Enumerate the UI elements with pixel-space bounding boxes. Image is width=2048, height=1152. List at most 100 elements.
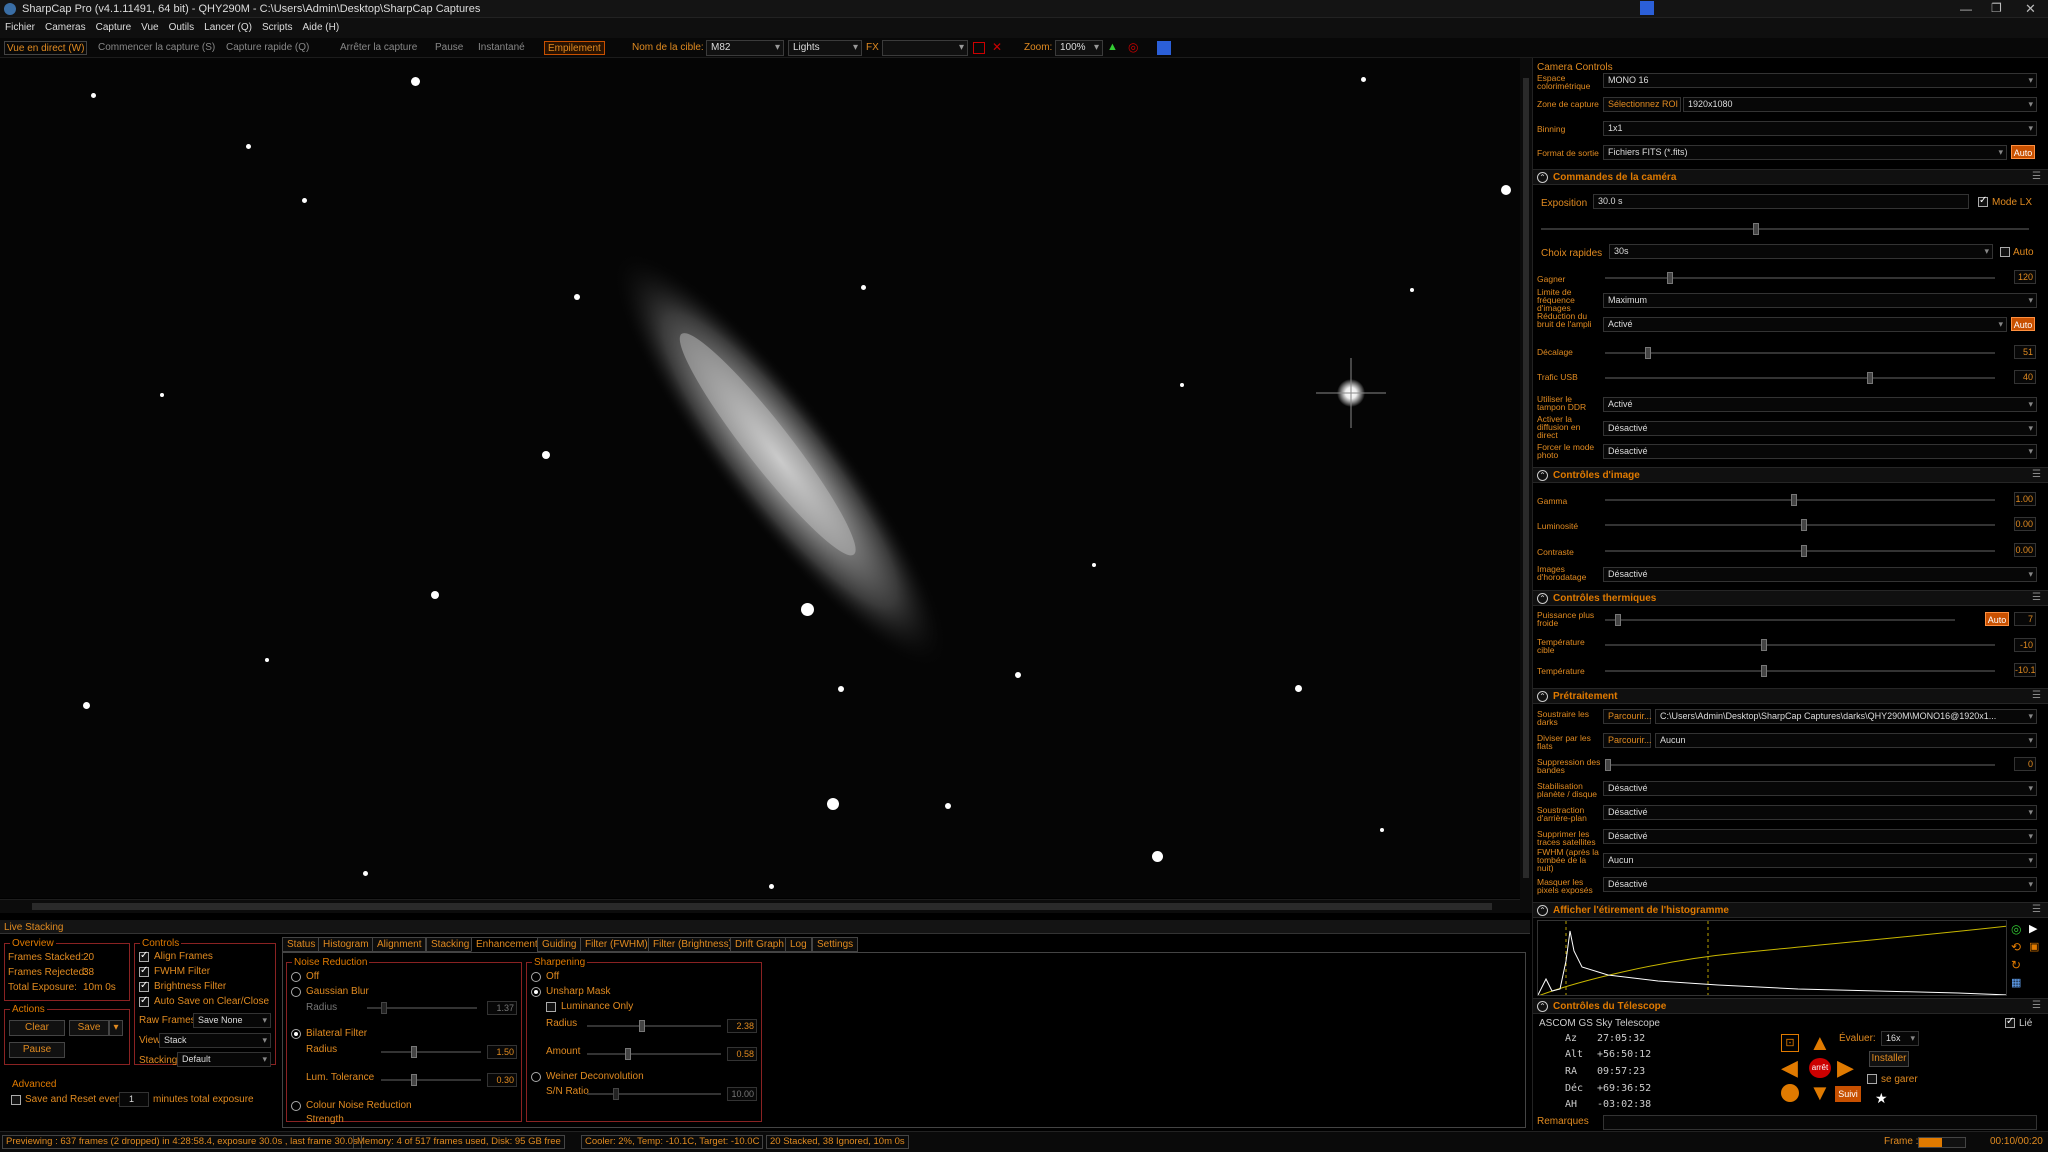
- telescope-header[interactable]: ⌃ Contrôles du Télescope ☰: [1533, 998, 2048, 1014]
- bilateral-radius-slider[interactable]: [381, 1046, 481, 1058]
- menu-icon[interactable]: ☰: [2032, 904, 2041, 915]
- minimize-button[interactable]: —: [1960, 2, 1972, 16]
- mode-lx-checkbox[interactable]: [1978, 195, 1988, 207]
- tab-log[interactable]: Log: [785, 937, 812, 952]
- banding-slider[interactable]: [1605, 759, 1995, 771]
- save-reset-minutes-input[interactable]: 1: [119, 1092, 149, 1107]
- histogram-header[interactable]: ⌃ Afficher l'étirement de l'histogramme ☰: [1533, 902, 2048, 918]
- stop-slew-button[interactable]: arrêt: [1809, 1058, 1831, 1078]
- histogram-lock-icon[interactable]: ▣: [2029, 940, 2039, 953]
- exposure-slider[interactable]: [1541, 223, 2029, 235]
- bilateral-radius-value[interactable]: 1.50: [487, 1045, 517, 1059]
- tab-enhancement[interactable]: Enhancement: [471, 937, 543, 952]
- west-arrow-icon[interactable]: ◀: [1781, 1057, 1798, 1079]
- park-checkbox[interactable]: [1867, 1074, 1877, 1084]
- amp-noise-select[interactable]: Activé: [1603, 317, 2007, 332]
- capture-area-select[interactable]: 1920x1080: [1683, 97, 2037, 112]
- output-auto-button[interactable]: Auto: [2011, 145, 2035, 159]
- live-stack-button[interactable]: Empilement: [544, 41, 605, 55]
- satellite-select[interactable]: Désactivé: [1603, 829, 2037, 844]
- collapse-icon[interactable]: ⌃: [1537, 470, 1548, 481]
- save-reset-checkbox[interactable]: [11, 1095, 21, 1105]
- menu-icon[interactable]: ☰: [2032, 171, 2041, 182]
- tools-icon[interactable]: [1157, 41, 1171, 55]
- menu-tools[interactable]: Outils: [164, 18, 200, 33]
- binning-select[interactable]: 1x1: [1603, 121, 2037, 136]
- tab-filter-fwhm[interactable]: Filter (FWHM): [580, 937, 653, 952]
- maximize-button[interactable]: ❐: [1991, 1, 2002, 15]
- output-format-select[interactable]: Fichiers FITS (*.fits): [1603, 145, 2007, 160]
- track-button[interactable]: Suivi: [1835, 1086, 1861, 1102]
- pause-button[interactable]: Pause: [435, 41, 463, 55]
- tab-drift-graph[interactable]: Drift Graph: [730, 937, 789, 952]
- noise-off-radio[interactable]: [291, 972, 301, 982]
- east-arrow-icon[interactable]: ▶: [1837, 1057, 1854, 1079]
- remarks-input[interactable]: [1603, 1115, 2037, 1130]
- frame-type-select[interactable]: Lights: [788, 40, 862, 56]
- cooler-power-value[interactable]: 7: [2014, 612, 2036, 626]
- thermal-controls-header[interactable]: ⌃ Contrôles thermiques ☰: [1533, 590, 2048, 606]
- tab-status[interactable]: Status: [282, 937, 321, 952]
- quick-auto-checkbox[interactable]: [2000, 247, 2010, 257]
- gauss-radius-value[interactable]: 1.37: [487, 1001, 517, 1015]
- tab-guiding[interactable]: Guiding: [537, 937, 582, 952]
- flat-file-select[interactable]: Aucun: [1655, 733, 2037, 748]
- offset-slider[interactable]: [1605, 347, 1995, 359]
- image-viewer[interactable]: [0, 58, 1520, 898]
- live-view-button[interactable]: Vue en direct (W): [4, 41, 88, 55]
- banding-slider-knob[interactable]: [1605, 759, 1611, 771]
- bilateral-filter-radio[interactable]: [291, 1029, 301, 1039]
- tab-filter-brightness[interactable]: Filter (Brightness): [648, 937, 737, 952]
- stop-capture-button[interactable]: Arrêter la capture: [340, 41, 417, 55]
- menu-help[interactable]: Aide (H): [298, 18, 345, 33]
- dark-file-select[interactable]: C:\Users\Admin\Desktop\SharpCap Captures…: [1655, 709, 2037, 724]
- mount-linked-checkbox[interactable]: [2005, 1016, 2015, 1028]
- banding-value[interactable]: 0: [2014, 757, 2036, 771]
- gamma-value[interactable]: 1.00: [2014, 492, 2036, 506]
- gauss-radius-slider[interactable]: [367, 1002, 477, 1014]
- mask-pixels-select[interactable]: Désactivé: [1603, 877, 2037, 892]
- stream-select[interactable]: Désactivé: [1603, 421, 2037, 436]
- gamma-slider[interactable]: [1605, 494, 1995, 506]
- pause-stacking-button[interactable]: Pause: [9, 1042, 65, 1058]
- stabilization-select[interactable]: Désactivé: [1603, 781, 2037, 796]
- flat-browse-button[interactable]: Parcourir...: [1603, 733, 1652, 748]
- usb-traffic-slider[interactable]: [1605, 372, 1995, 384]
- tab-settings[interactable]: Settings: [812, 937, 859, 952]
- brightness-slider-knob[interactable]: [1801, 519, 1807, 531]
- exposure-slider-knob[interactable]: [1753, 223, 1759, 235]
- star-icon[interactable]: ★: [1875, 1090, 1888, 1107]
- menu-icon[interactable]: ☰: [2032, 592, 2041, 603]
- brightness-slider[interactable]: [1605, 519, 1995, 531]
- save-button[interactable]: Save: [69, 1020, 109, 1036]
- target-name-input[interactable]: M82: [706, 40, 784, 56]
- image-controls-header[interactable]: ⌃ Contrôles d'image ☰: [1533, 467, 2048, 483]
- collapse-icon[interactable]: ⌃: [1537, 905, 1548, 916]
- sharpen-off-radio[interactable]: [531, 972, 541, 982]
- histogram-refresh-icon[interactable]: ↻: [2011, 958, 2021, 972]
- sharp-amount-value[interactable]: 0.58: [727, 1047, 757, 1061]
- menu-launch[interactable]: Lancer (Q): [199, 18, 257, 33]
- select-roi-button[interactable]: Sélectionnez ROI: [1603, 97, 1681, 112]
- goto-icon[interactable]: ⊡: [1781, 1034, 1799, 1052]
- histogram-auto-icon[interactable]: ◎: [2011, 922, 2021, 936]
- gamma-slider-knob[interactable]: [1791, 494, 1797, 506]
- menu-scripts[interactable]: Scripts: [257, 18, 298, 33]
- snapshot-button[interactable]: Instantané: [478, 41, 525, 55]
- dark-browse-button[interactable]: Parcourir...: [1603, 709, 1652, 724]
- vertical-scrollbar[interactable]: [1520, 58, 1532, 913]
- tab-histogram[interactable]: Histogram: [318, 937, 374, 952]
- sharp-radius-value[interactable]: 2.38: [727, 1019, 757, 1033]
- gain-slider[interactable]: [1605, 272, 1995, 284]
- contrast-value[interactable]: 0.00: [2014, 543, 2036, 557]
- fwhm-select[interactable]: Aucun: [1603, 853, 2037, 868]
- histogram-reset-icon[interactable]: ⟲: [2011, 940, 2021, 954]
- cooler-auto-button[interactable]: Auto: [1985, 612, 2009, 626]
- menu-view[interactable]: Vue: [136, 18, 163, 33]
- lum-tolerance-value[interactable]: 0.30: [487, 1073, 517, 1087]
- histogram-icon[interactable]: ▲: [1107, 41, 1118, 53]
- ddr-buffer-select[interactable]: Activé: [1603, 397, 2037, 412]
- start-capture-button[interactable]: Commencer la capture (S): [98, 41, 215, 55]
- cooler-power-slider-knob[interactable]: [1615, 614, 1621, 626]
- menu-file[interactable]: Fichier: [0, 18, 40, 33]
